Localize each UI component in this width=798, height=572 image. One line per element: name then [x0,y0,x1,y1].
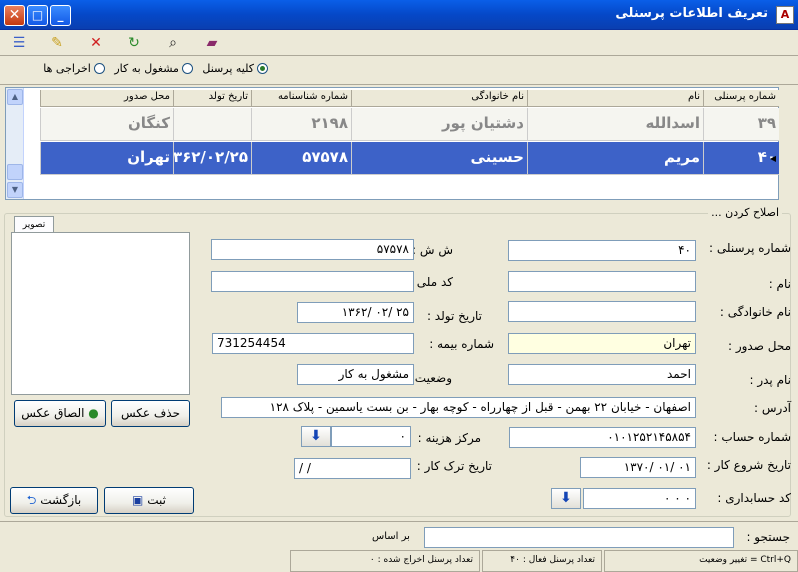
radio-selected-icon [257,63,268,74]
cost-center-lookup-icon[interactable]: ⬇ [301,426,331,447]
cell-id: ۳۹ [703,108,779,141]
search-input[interactable] [424,527,734,548]
col-header[interactable]: نام [527,90,703,106]
radio-icon [93,63,105,74]
delete-icon[interactable]: ✕ [85,33,107,53]
status-hint: Ctrl+Q = تغییر وضعیت [604,550,798,572]
scroll-down-icon[interactable]: ▼ [7,182,23,198]
floppy-icon: ▣ [132,493,144,507]
cell-place: تهران [40,142,173,175]
place-label: محل صدور : [727,339,791,353]
attach-photo-button[interactable]: ● الصاق عکس [14,400,106,427]
toolbar: ☰ ✎ ✕ ↻ ⌕ ▰ [0,30,798,56]
insurance-label: شماره بیمه : [429,337,494,351]
status-bar: Ctrl+Q = تغییر وضعیت تعداد پرسنل فعال : … [0,550,798,572]
scroll-up-icon[interactable]: ▲ [7,89,23,105]
row-indicator-icon: ◀ [769,154,777,163]
accounting-code-lookup-icon[interactable]: ⬇ [551,488,581,509]
family-label: نام خانوادگی : [719,305,791,319]
binoculars-icon[interactable]: ⌕ [162,33,184,53]
back-button[interactable]: بازگشت ⮌ [10,487,98,514]
col-header[interactable]: شماره شناسنامه [251,90,351,106]
national-code-label: کد ملی : [408,275,453,289]
cost-center-label: مرکز هزینه : [417,431,481,445]
book-icon[interactable]: ▰ [201,33,223,53]
cell-name: اسدالله [527,108,703,141]
cell-family: حسینی [351,142,527,175]
filter-radio-group: کلیه پرسنل مشغول به کار اخراجی ها [4,62,268,82]
col-header[interactable]: تاریخ تولد [173,90,251,106]
cell-shenasnameh: ۲۱۹۸ [251,108,351,141]
filter-all-radio[interactable]: کلیه پرسنل [202,62,268,75]
account-label: شماره حساب : [713,430,791,444]
edit-pencil-icon[interactable]: ✎ [46,33,68,53]
family-input[interactable] [508,301,696,322]
shsh-label: ش ش : [412,243,453,257]
return-icon: ⮌ [26,493,37,507]
table-row[interactable]: ۳۹ اسدالله دشتیان پور ۲۱۹۸ کنگان [40,108,779,141]
personnel-no-input[interactable]: ۴۰ [508,240,696,261]
cell-name: مریم [527,142,703,175]
father-input[interactable]: احمد [508,364,696,385]
accounting-code-label: کد حسابداری : [717,491,791,505]
leave-date-input[interactable]: / / [294,458,411,479]
cell-family: دشتیان پور [351,108,527,141]
filter-fired-radio[interactable]: اخراجی ها [43,62,105,75]
cell-shenasnameh: ۵۷۵۷۸ [251,142,351,175]
radio-icon [181,63,193,74]
search-basis-label: بر اساس [372,531,410,542]
birth-date-input[interactable]: ۲۵ /۰۲ /۱۳۶۲ [297,302,414,323]
col-header[interactable]: محل صدور [40,90,173,106]
grid-scrollbar[interactable]: ▲ ▼ [6,88,24,199]
account-input[interactable]: ۰۱۰۱۲۵۲۱۴۵۸۵۴ [509,427,696,448]
status-fired-count: تعداد پرسنل اخراج شده : ۰ [290,550,480,572]
photo-box [11,232,190,395]
place-input[interactable]: تهران [508,333,696,354]
photo-tab[interactable]: تصویر [14,216,54,233]
divider [0,521,798,522]
save-button[interactable]: ثبت ▣ [104,487,194,514]
name-label: نام : [768,277,791,291]
insurance-input[interactable]: 731254454 [212,333,414,354]
col-header[interactable]: شماره پرسنلی [703,90,779,106]
grid-header: شماره پرسنلی نام نام خانوادگی شماره شناس… [40,90,779,107]
filter-active-radio[interactable]: مشغول به کار [114,62,193,75]
table-row-selected[interactable]: ۴۰ مریم حسینی ۵۷۵۷۸ ۱۳۶۲/۰۲/۲۵ تهران [40,142,779,175]
cell-place: کنگان [40,108,173,141]
accounting-code-input[interactable]: ۰ ۰ ۰ [583,488,696,509]
search-label: جستجو : [746,530,790,544]
status-input[interactable]: مشغول به کار [297,364,414,385]
cell-birth: ۱۳۶۲/۰۲/۲۵ [173,142,251,175]
window-title: تعریف اطلاعات پرسنلی [615,6,768,21]
cost-center-input[interactable]: ۰ [331,426,411,447]
birth-date-label: تاریخ تولد : [426,309,482,323]
delete-photo-button[interactable]: حذف عکس [111,400,190,427]
col-header[interactable]: نام خانوادگی [351,90,527,106]
personnel-grid[interactable]: ▲ ▼ شماره پرسنلی نام نام خانوادگی شماره … [5,87,779,200]
tree-icon[interactable]: ☰ [8,33,30,53]
start-date-label: تاریخ شروع کار : [706,458,791,472]
filter-row: کلیه پرسنل مشغول به کار اخراجی ها [0,57,798,85]
leave-date-label: تاریخ ترک کار : [416,459,492,473]
scroll-thumb[interactable] [7,164,23,180]
user-icon: ● [88,406,99,420]
start-date-input[interactable]: ۰۱ /۰۱ /۱۳۷۰ [580,457,696,478]
cell-birth [173,108,251,141]
shsh-input[interactable]: ۵۷۵۷۸ [211,239,414,260]
status-active-count: تعداد پرسنل فعال : ۴۰ [482,550,602,572]
title-bar: ✕ □ _ تعریف اطلاعات پرسنلی A [0,0,798,30]
app-icon: A [776,6,794,24]
name-input[interactable] [508,271,696,292]
address-label: آدرس : [754,401,791,415]
address-input[interactable]: اصفهان - خیابان ۲۲ بهمن - قبل از چهارراه… [221,397,696,418]
minimize-button[interactable]: _ [50,5,71,26]
group-title: اصلاح کردن ... [708,206,782,219]
close-button[interactable]: ✕ [4,5,25,26]
father-label: نام پدر : [749,373,791,387]
personnel-no-label: شماره پرسنلی : [708,241,791,255]
national-code-input[interactable] [211,271,414,292]
maximize-button[interactable]: □ [27,5,48,26]
refresh-icon[interactable]: ↻ [123,33,145,53]
